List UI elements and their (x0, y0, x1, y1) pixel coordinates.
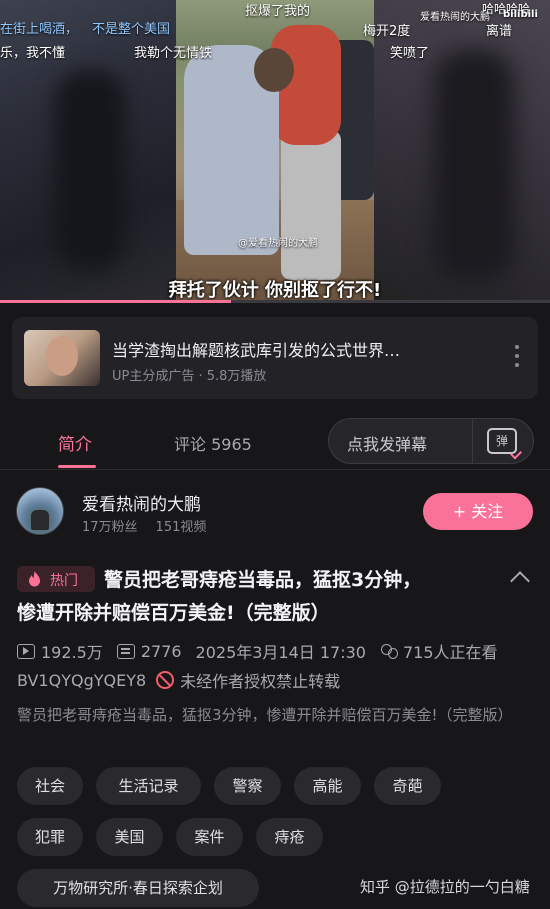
uploader-name[interactable]: 爱看热闹的大鹏 (82, 490, 201, 515)
tag-chip[interactable]: 万物研究所·春日探索企划 (17, 869, 259, 907)
danmaku-comment: 梅开2度 (363, 24, 411, 39)
ad-card[interactable]: 当学渣掏出解题核武库引发的公式世界… UP主分成广告 · 5.8万播放 (12, 317, 538, 399)
ad-title: 当学渣掏出解题核武库引发的公式世界… (112, 341, 401, 360)
uploader-videos: 151视频 (155, 520, 207, 535)
people-icon (380, 643, 398, 659)
uploader-fans: 17万粉丝 (82, 520, 138, 535)
tag-chip[interactable]: 奇葩 (374, 767, 441, 805)
danmaku-comment: 不是整个美国 (92, 22, 171, 37)
video-title-line2: 惨遭开除并赔偿百万美金!（完整版） (17, 602, 330, 624)
avatar[interactable] (16, 487, 64, 535)
danmaku-comment: 离谱 (486, 24, 513, 39)
play-count-icon (17, 643, 35, 659)
tag-chip[interactable]: 高能 (294, 767, 361, 805)
chevron-up-icon[interactable] (510, 571, 530, 591)
ad-thumbnail (24, 330, 100, 386)
danmaku-comment: 爱看热闹的大鹏 (420, 12, 490, 23)
tag-chip[interactable]: 社会 (17, 767, 83, 805)
no-repost-notice: 未经作者授权禁止转载 (180, 672, 341, 691)
uploader-stats: 17万粉丝 151视频 (82, 516, 224, 535)
danmaku-comment: 抠爆了我的 (245, 4, 311, 19)
video-progress-fill (0, 300, 231, 303)
tab-comments[interactable]: 评论 5965 (174, 431, 252, 455)
danmaku-comment: 我勒个无情铁 (134, 46, 213, 61)
video-id-row: BV1QYQgYQEY8 未经作者授权禁止转载 (17, 668, 340, 692)
tag-chip[interactable]: 美国 (96, 818, 163, 856)
bilibili-logo: bilibili (503, 9, 538, 20)
more-options-icon[interactable] (514, 345, 520, 367)
video-subtitle: 拜托了伙计 你别抠了行不! (168, 280, 382, 301)
ad-meta: UP主分成广告 · 5.8万播放 (112, 369, 267, 384)
video-watermark: @爱看热闹的大鹏 (238, 238, 318, 249)
hot-badge[interactable]: 热门 (17, 566, 95, 592)
video-description: 警员把老哥痔疮当毒品，猛抠3分钟，惨遭开除并赔偿百万美金!（完整版） (17, 706, 513, 724)
prohibited-icon (156, 671, 175, 689)
bvid[interactable]: BV1QYQgYQEY8 (17, 671, 146, 690)
tag-chip[interactable]: 生活记录 (96, 767, 201, 805)
flame-icon (29, 571, 40, 587)
danmaku-comment: 笑喷了 (390, 46, 430, 61)
video-progress-bar[interactable] (0, 300, 550, 303)
hot-badge-label: 热门 (50, 573, 78, 589)
tab-intro[interactable]: 简介 (58, 430, 92, 455)
tab-active-indicator (58, 465, 96, 468)
tag-chip[interactable]: 犯罪 (17, 818, 83, 856)
danmaku-count-icon (116, 643, 135, 659)
danmaku-count: 2776 (140, 641, 182, 661)
video-stats-row: 192.5万 2776 2025年3月14日 17:30 715人正在看 (17, 639, 498, 663)
video-player[interactable]: 在街上喝酒， 不是整个美国 乐，我不懂 我勒个无情铁 抠爆了我的 梅开2度 笑喷… (0, 0, 550, 303)
watching-count: 715人正在看 (403, 643, 498, 662)
danmaku-settings-icon[interactable]: 弹 (487, 428, 517, 454)
danmaku-comment: 在街上喝酒， (0, 22, 79, 37)
danmaku-placeholder: 点我发弹幕 (347, 435, 428, 454)
danmaku-comment: 乐，我不懂 (0, 46, 66, 61)
follow-button[interactable]: + 关注 (423, 493, 533, 530)
danmaku-input[interactable]: 点我发弹幕 弹 (328, 418, 534, 464)
tag-chip[interactable]: 案件 (176, 818, 243, 856)
publish-date: 2025年3月14日 17:30 (195, 643, 366, 662)
tab-bar: 简介 评论 5965 点我发弹幕 弹 (0, 410, 550, 470)
zhihu-credit: 知乎 @拉德拉的一勺白糖 (360, 878, 530, 896)
video-title-line1: 警员把老哥痔疮当毒品，猛抠3分钟， (104, 569, 422, 591)
tag-chip[interactable]: 痔疮 (256, 818, 323, 856)
tag-chip[interactable]: 警察 (214, 767, 281, 805)
view-count: 192.5万 (41, 643, 103, 662)
